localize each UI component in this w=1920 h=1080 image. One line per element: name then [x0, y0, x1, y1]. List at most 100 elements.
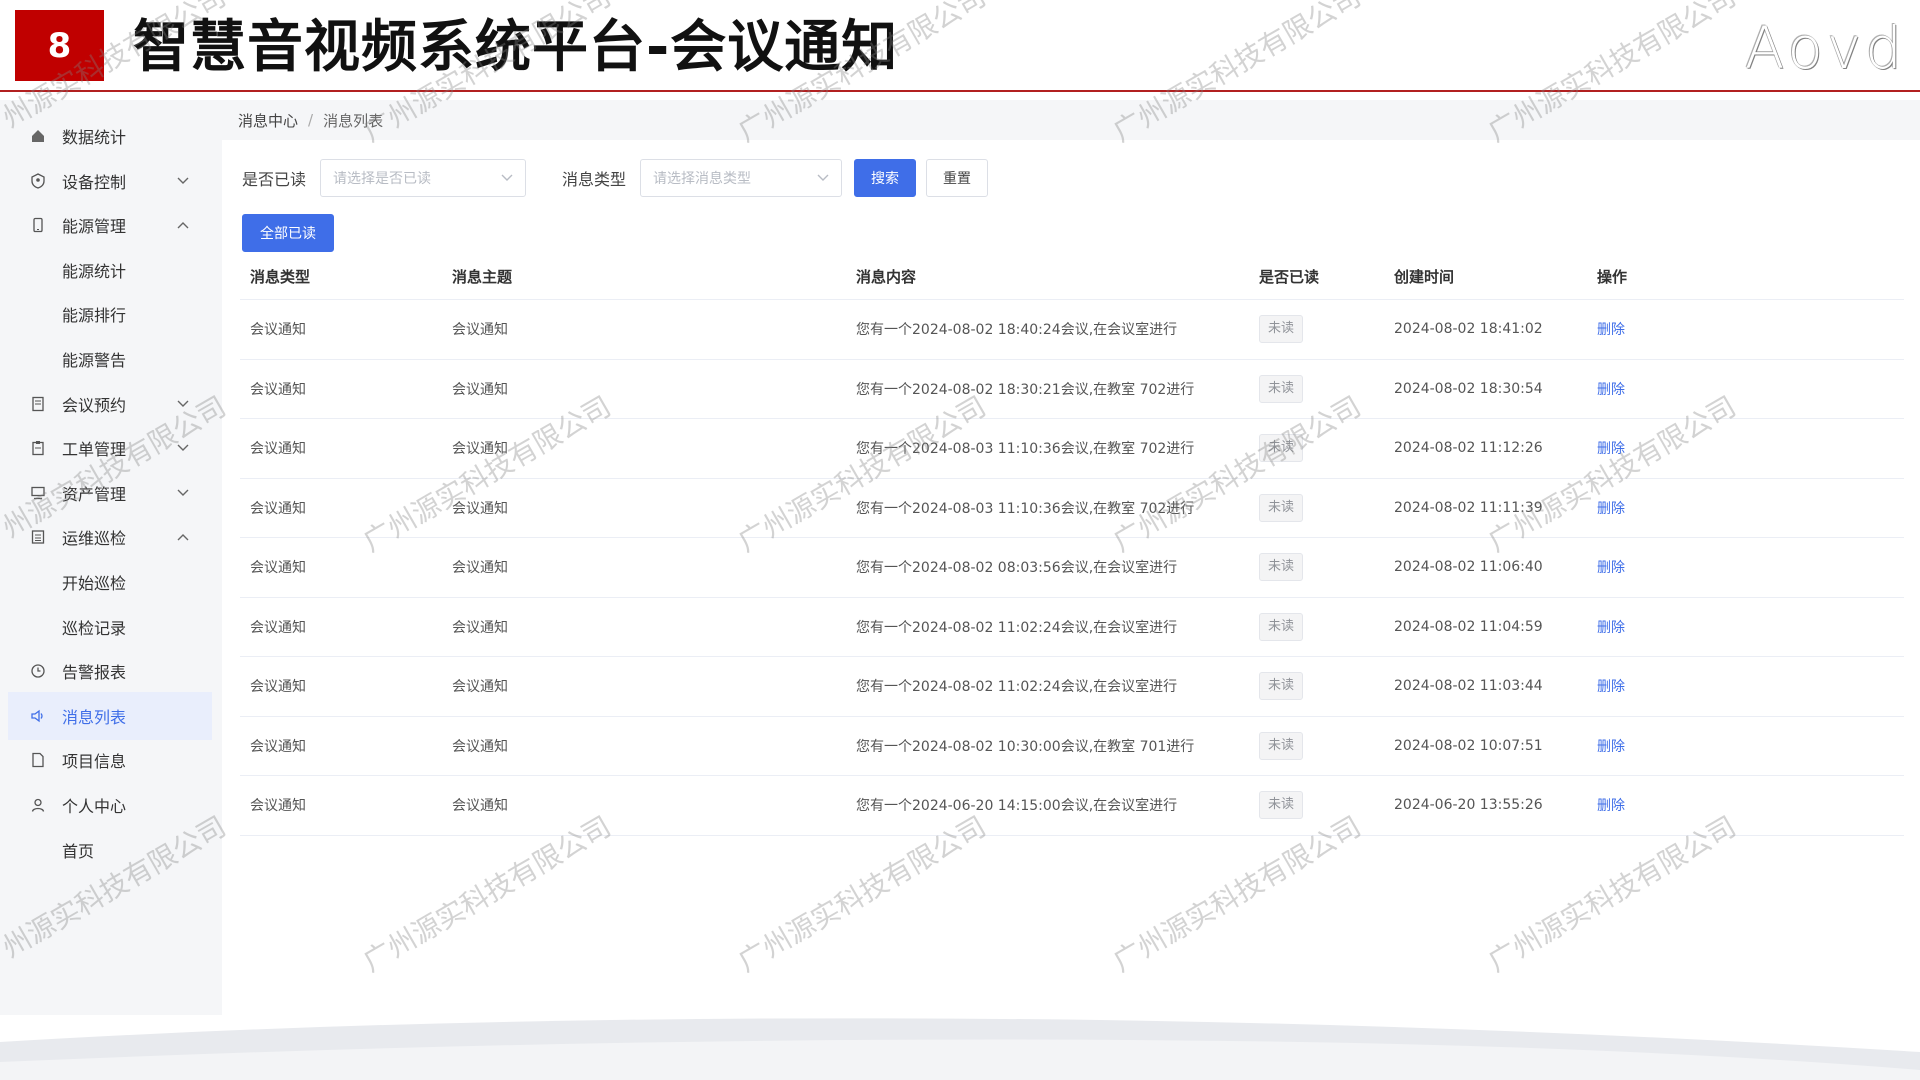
cell-created-time-text: 2024-08-02 11:03:44 [1394, 678, 1543, 695]
cell-action: 删除 [1587, 795, 1707, 815]
cell-read-status: 未读 [1249, 493, 1384, 522]
breadcrumb-root[interactable]: 消息中心 [238, 110, 298, 131]
cell-message-content: 您有一个2024-08-02 18:40:24会议,在会议室进行 [846, 319, 1249, 339]
cell-action: 删除 [1587, 617, 1707, 637]
cell-message-subject-text: 会议通知 [452, 798, 508, 815]
cell-created-time: 2024-08-02 18:30:54 [1384, 381, 1587, 397]
cell-message-content-text: 您有一个2024-08-02 10:30:00会议,在教室 701进行 [856, 738, 1195, 755]
cell-message-type-text: 会议通知 [250, 322, 306, 339]
sidebar-item[interactable]: 能源排行 [8, 290, 212, 338]
cell-created-time: 2024-08-02 11:11:39 [1384, 500, 1587, 516]
cell-message-subject: 会议通知 [442, 617, 846, 637]
cell-message-subject: 会议通知 [442, 498, 846, 518]
cell-read-status: 未读 [1249, 374, 1384, 403]
cell-message-type: 会议通知 [240, 795, 442, 815]
cell-created-time-text: 2024-08-02 18:30:54 [1394, 380, 1543, 397]
cell-message-content-text: 您有一个2024-08-03 11:10:36会议,在教室 702进行 [856, 500, 1195, 517]
delete-link[interactable]: 删除 [1597, 441, 1625, 457]
sidebar-item-label: 能源排行 [62, 306, 127, 326]
unread-badge: 未读 [1259, 434, 1304, 463]
sidebar-item[interactable]: 数据统计 [8, 112, 212, 160]
delete-link[interactable]: 删除 [1597, 679, 1625, 695]
cell-message-type: 会议通知 [240, 438, 442, 458]
clipboard-icon [28, 438, 48, 458]
cell-created-time: 2024-08-02 11:04:59 [1384, 619, 1587, 635]
cell-message-type-text: 会议通知 [250, 798, 306, 815]
cell-read-status: 未读 [1249, 315, 1384, 344]
cell-message-type-text: 会议通知 [250, 738, 306, 755]
cell-message-subject-text: 会议通知 [452, 619, 508, 636]
breadcrumb: 消息中心 / 消息列表 [238, 108, 383, 132]
delete-link[interactable]: 删除 [1597, 382, 1625, 398]
sidebar-item[interactable]: 巡检记录 [8, 603, 212, 651]
cell-created-time: 2024-08-02 11:12:26 [1384, 440, 1587, 456]
col-header-subject: 消息主题 [452, 268, 513, 286]
sidebar-item-label: 资产管理 [62, 484, 127, 504]
table-row: 会议通知 会议通知 您有一个2024-08-02 08:03:56会议,在会议室进行… [240, 538, 1904, 598]
cell-message-content-text: 您有一个2024-08-02 08:03:56会议,在会议室进行 [856, 560, 1178, 577]
cell-message-subject: 会议通知 [442, 676, 846, 696]
delete-link[interactable]: 删除 [1597, 798, 1625, 814]
sidebar-item[interactable]: 个人中心 [8, 781, 212, 829]
delete-link[interactable]: 删除 [1597, 501, 1625, 517]
cell-message-content-text: 您有一个2024-08-02 18:30:21会议,在教室 702进行 [856, 381, 1195, 398]
cell-message-content: 您有一个2024-08-02 11:02:24会议,在会议室进行 [846, 617, 1249, 637]
cell-created-time: 2024-08-02 18:41:02 [1384, 321, 1587, 337]
sidebar-item[interactable]: 能源统计 [8, 246, 212, 294]
col-header-read: 是否已读 [1259, 268, 1320, 286]
sidebar-item[interactable]: 能源警告 [8, 335, 212, 383]
chevron-up-icon [176, 218, 190, 232]
col-header-action: 操作 [1597, 268, 1628, 286]
sidebar-item[interactable]: 项目信息 [8, 736, 212, 784]
reset-button[interactable]: 重置 [926, 159, 989, 197]
delete-link[interactable]: 删除 [1597, 560, 1625, 576]
sidebar-item[interactable]: 告警报表 [8, 647, 212, 695]
read-status-select[interactable]: 请选择是否已读 [320, 159, 527, 197]
cell-created-time-text: 2024-08-02 18:41:02 [1394, 321, 1543, 338]
sidebar-item[interactable]: 工单管理 [8, 424, 212, 472]
cell-message-content-text: 您有一个2024-08-03 11:10:36会议,在教室 702进行 [856, 441, 1195, 458]
phone-icon [28, 215, 48, 235]
message-type-select[interactable]: 请选择消息类型 [640, 159, 843, 197]
mark-all-read-button[interactable]: 全部已读 [242, 214, 334, 252]
cell-read-status: 未读 [1249, 434, 1384, 463]
cell-action: 删除 [1587, 557, 1707, 577]
cell-created-time-text: 2024-08-02 11:11:39 [1394, 499, 1543, 516]
sidebar-item[interactable]: 资产管理 [8, 469, 212, 517]
cell-created-time-text: 2024-06-20 13:55:26 [1394, 797, 1543, 814]
delete-link[interactable]: 删除 [1597, 620, 1625, 636]
sidebar-item[interactable]: 设备控制 [8, 157, 212, 205]
sidebar-item-label: 项目信息 [62, 752, 127, 772]
brand-logo: Aovd [1744, 14, 1906, 82]
sidebar-item[interactable]: 运维巡检 [8, 513, 212, 561]
sidebar-item-label: 能源警告 [62, 351, 127, 370]
search-button[interactable]: 搜索 [854, 159, 917, 197]
delete-link[interactable]: 删除 [1597, 322, 1625, 338]
sidebar-item[interactable]: 消息列表 [8, 691, 212, 740]
app-window: 数据统计 设备控制 能源管理 能源统计能源排行能源警告会议预约 工单管理资产管理运维巡检… [0, 100, 1920, 1015]
cell-created-time-text: 2024-08-02 11:06:40 [1394, 559, 1543, 576]
sidebar-item[interactable]: 会议预约 [8, 380, 212, 428]
message-type-placeholder: 请选择消息类型 [653, 171, 752, 187]
sidebar-item[interactable]: 首页 [8, 826, 212, 874]
unread-badge: 未读 [1259, 791, 1304, 820]
sidebar-item-label: 运维巡检 [62, 529, 127, 549]
message-table: 消息类型 消息主题 消息内容 是否已读 创建时间 操作 会议通知 会议通知 您有一个… [240, 254, 1904, 836]
sidebar-item[interactable]: 开始巡检 [8, 558, 212, 606]
cell-created-time: 2024-08-02 11:06:40 [1384, 559, 1587, 575]
sidebar-item-label: 首页 [62, 841, 95, 861]
chevron-down-icon [176, 441, 190, 455]
table-header: 消息类型 消息主题 消息内容 是否已读 创建时间 操作 [240, 254, 1904, 300]
delete-link[interactable]: 删除 [1597, 739, 1625, 755]
sidebar-item-label: 巡检记录 [62, 618, 127, 638]
table-row: 会议通知 会议通知 您有一个2024-08-02 10:30:00会议,在教室 70… [240, 717, 1904, 776]
breadcrumb-current: 消息列表 [323, 111, 384, 130]
cell-message-subject-text: 会议通知 [452, 322, 508, 339]
unread-badge: 未读 [1259, 315, 1304, 344]
cell-message-type-text: 会议通知 [250, 381, 306, 398]
cell-message-type: 会议通知 [240, 319, 442, 339]
cell-created-time: 2024-06-20 13:55:26 [1384, 797, 1587, 813]
cell-message-content: 您有一个2024-08-02 10:30:00会议,在教室 701进行 [846, 736, 1249, 756]
sidebar-item[interactable]: 能源管理 [8, 201, 212, 249]
filter-bar: 是否已读 请选择是否已读 消息类型 请选择消息类型 搜索 重置 [242, 158, 989, 198]
